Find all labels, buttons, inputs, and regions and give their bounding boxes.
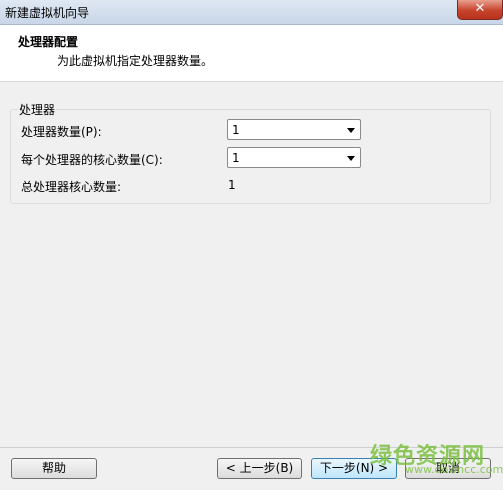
- page-subtitle: 为此虚拟机指定处理器数量。: [57, 54, 214, 68]
- total-cores-value: 1: [228, 178, 236, 192]
- page-title: 处理器配置: [18, 35, 79, 49]
- wizard-header: 处理器配置 为此虚拟机指定处理器数量。: [0, 25, 503, 82]
- cores-per-processor-value: 1: [232, 151, 240, 165]
- cores-per-processor-label: 每个处理器的核心数量(C):: [21, 153, 163, 167]
- num-processors-label: 处理器数量(P):: [21, 125, 102, 139]
- num-processors-select[interactable]: 1: [227, 119, 361, 140]
- chevron-down-icon: [347, 156, 355, 161]
- total-cores-label: 总处理器核心数量:: [21, 180, 122, 194]
- close-icon: ✕: [474, 1, 486, 16]
- close-button[interactable]: ✕: [457, 0, 503, 20]
- chevron-down-icon: [347, 128, 355, 133]
- watermark-url: www.downcc.com: [405, 463, 503, 476]
- help-button[interactable]: 帮助: [11, 458, 97, 479]
- processor-group-legend: 处理器: [18, 101, 57, 118]
- window-title: 新建虚拟机向导: [5, 6, 90, 20]
- num-processors-value: 1: [232, 123, 240, 137]
- title-bar: 新建虚拟机向导 ✕: [0, 0, 503, 25]
- back-button[interactable]: < 上一步(B): [217, 458, 302, 479]
- cores-per-processor-select[interactable]: 1: [227, 147, 361, 168]
